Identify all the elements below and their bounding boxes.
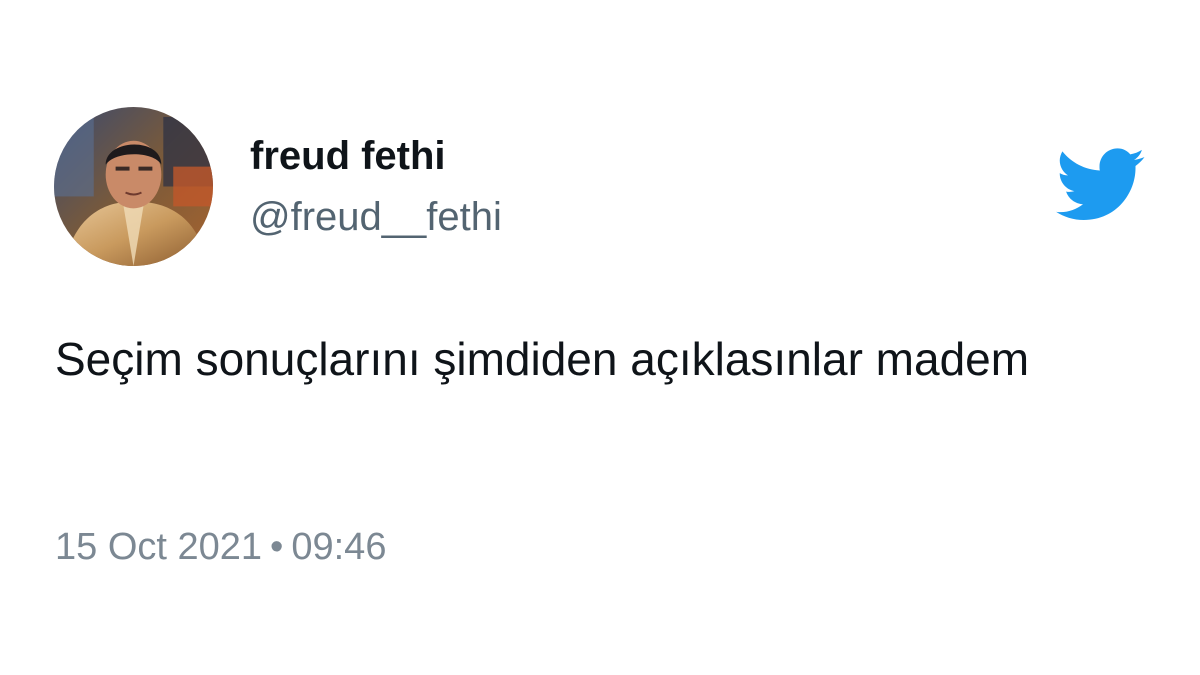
tweet-time: 09:46	[291, 526, 387, 568]
meta-separator: •	[270, 526, 284, 568]
avatar-image	[54, 107, 213, 266]
author-handle[interactable]: @freud__fethi	[250, 193, 502, 241]
tweet-date: 15 Oct 2021	[55, 526, 263, 568]
twitter-bird-icon-svg	[1056, 148, 1145, 220]
tweet-card: freud fethi @freud__fethi Seçim sonuçlar…	[0, 0, 1200, 675]
twitter-bird-icon	[1055, 148, 1147, 223]
avatar[interactable]	[54, 107, 213, 266]
tweet-text: Seçim sonuçlarını şimdiden açıklasınlar …	[55, 333, 1030, 385]
author-display-name[interactable]: freud fethi	[250, 132, 446, 180]
tweet-timestamp[interactable]: 15 Oct 2021 • 09:46	[55, 525, 386, 571]
